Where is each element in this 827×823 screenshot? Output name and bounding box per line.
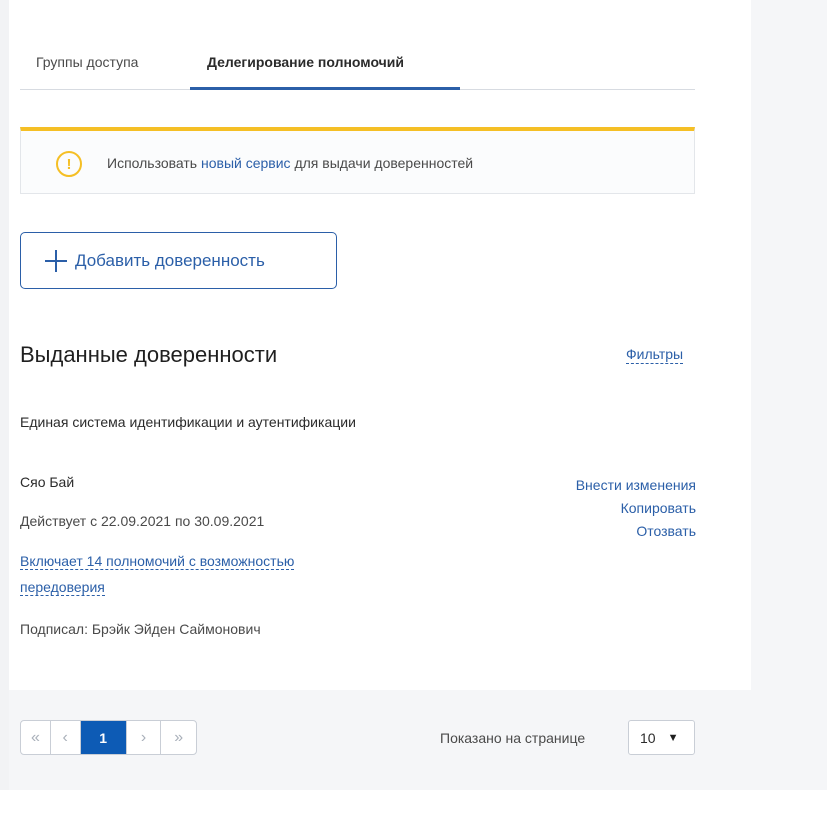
per-page-value: 10 [640,729,656,746]
caret-down-icon: ▼ [667,731,679,744]
trustee-name: Сяо Бай [20,474,75,490]
last-page-button[interactable]: » [161,721,196,754]
per-page-select[interactable]: 10 ▼ [628,720,695,755]
prev-page-button[interactable]: ‹ [51,721,81,754]
notice-text-before: Использовать [107,155,201,171]
warning-icon: ! [56,151,82,177]
tab-delegation-label: Делегирование полномочий [207,54,405,70]
validity-period: Действует с 22.09.2021 по 30.09.2021 [20,513,265,529]
notice-banner: ! Использовать новый сервис для выдачи д… [20,127,695,194]
signed-by: Подписал: Брэйк Эйден Саймонович [20,621,261,637]
add-button-label: Добавить доверенность [75,250,265,270]
record-actions: Внести изменения Копировать Отозвать [496,474,696,543]
per-page-label: Показано на странице [440,730,586,746]
pagination: « ‹ 1 › » [20,720,197,755]
tab-bar: Группы доступа Делегирование полномочий [20,40,695,90]
permissions-link-line2: передоверия [20,579,105,596]
page-background [0,790,827,823]
notice-text: Использовать новый сервис для выдачи дов… [107,155,473,171]
tab-access-groups[interactable]: Группы доступа [36,54,138,90]
notice-text-after: для выдачи доверенностей [290,155,474,171]
active-tab-indicator [190,87,460,90]
first-page-button[interactable]: « [21,721,51,754]
permissions-link[interactable]: Включает 14 полномочий с возможностью пе… [20,548,370,600]
right-gutter [751,0,827,823]
revoke-link[interactable]: Отозвать [496,520,696,543]
current-page-button[interactable]: 1 [80,721,127,754]
edit-link[interactable]: Внести изменения [496,474,696,497]
section-title: Выданные доверенности [20,342,278,367]
permissions-link-line1: Включает 14 полномочий с возможностью [20,553,295,570]
tab-delegation[interactable]: Делегирование полномочий [207,54,460,90]
plus-icon [45,249,67,272]
next-page-button[interactable]: › [127,721,162,754]
system-name: Единая система идентификации и аутентифи… [20,414,356,430]
copy-link[interactable]: Копировать [496,497,696,520]
new-service-link[interactable]: новый сервис [201,155,291,171]
filters-link[interactable]: Фильтры [626,345,684,364]
add-power-of-attorney-button[interactable]: Добавить доверенность [20,232,337,289]
